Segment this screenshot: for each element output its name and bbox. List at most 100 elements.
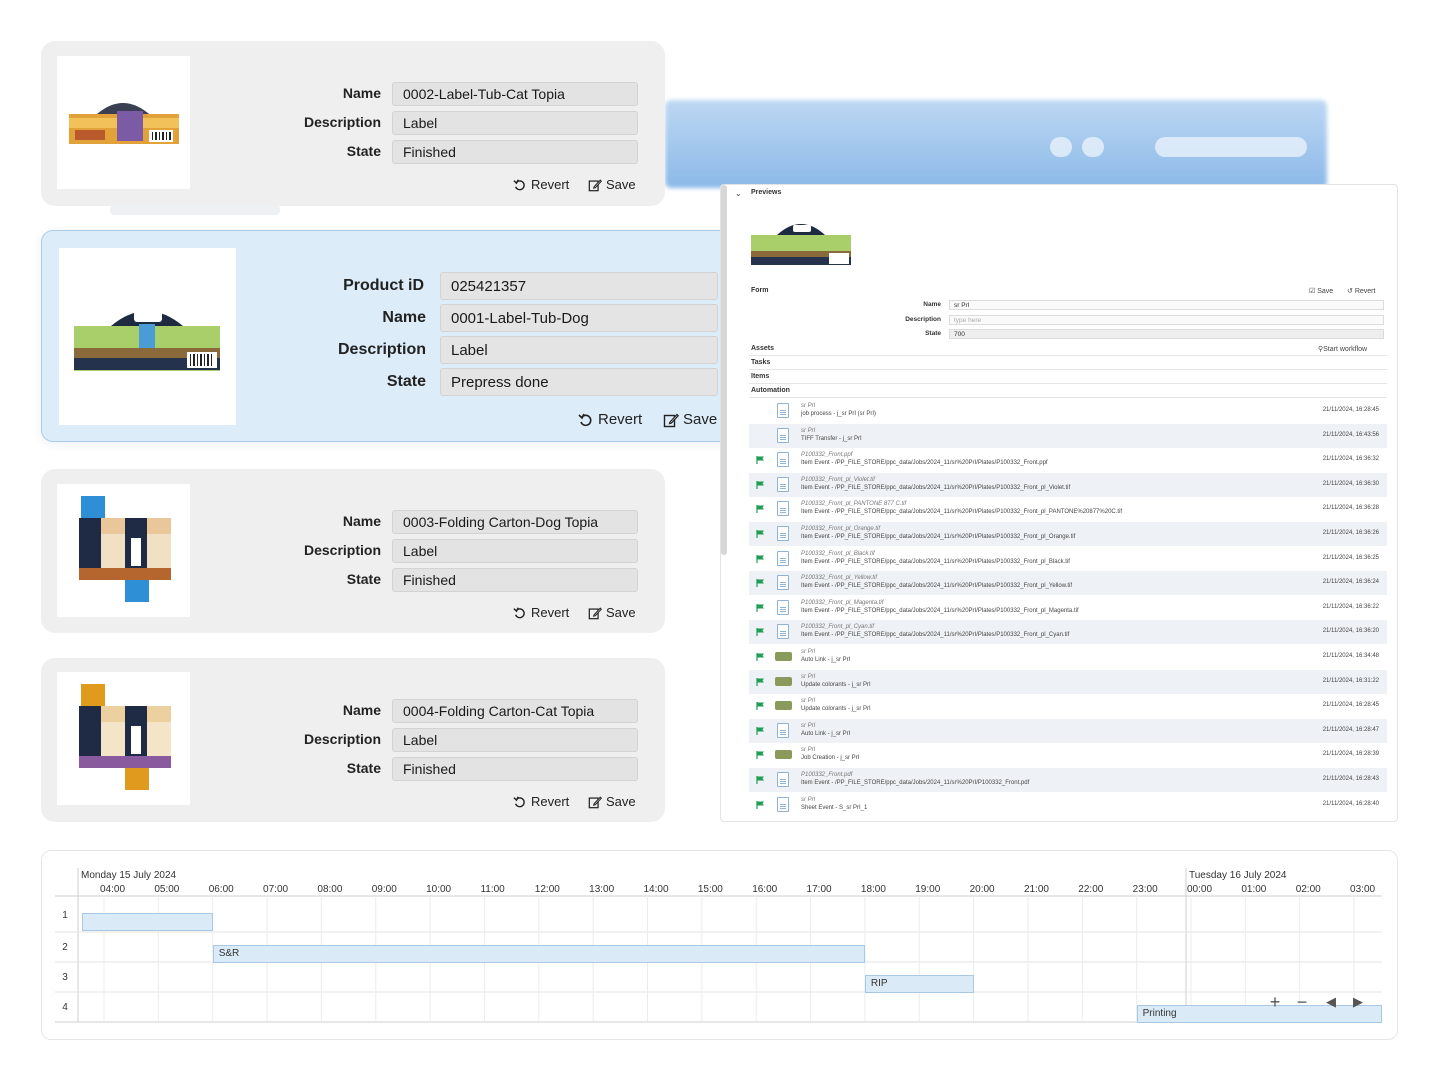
description-field[interactable]: Label — [440, 336, 718, 364]
event-source: sr PrI — [801, 403, 816, 409]
event-description: Sheet Event - S_sr PrI_1 — [801, 804, 868, 811]
automation-event-row[interactable]: P100332_Front_pl_Violet.tif Item Event - … — [749, 472, 1387, 497]
revert-button[interactable]: Revert — [513, 605, 569, 620]
event-source: P100332_Front_pl_Orange.tif — [801, 526, 881, 532]
state-label: State — [386, 373, 426, 390]
event-timestamp: 21/11/2024, 16:43:56 — [1322, 431, 1379, 438]
automation-event-row[interactable]: P100332_Front_pl_Yellow.tif Item Event - … — [749, 571, 1387, 596]
panel-scrollbar[interactable] — [721, 185, 727, 555]
folding-carton-artwork — [79, 684, 171, 790]
panel-name-field[interactable]: sr PrI — [949, 300, 1384, 310]
description-field[interactable]: Label — [392, 539, 638, 563]
save-button[interactable]: Save — [663, 411, 717, 428]
chevron-down-icon[interactable]: ⌄ — [735, 189, 742, 198]
automation-heading[interactable]: Automation — [751, 387, 790, 394]
description-field[interactable]: Label — [392, 111, 638, 135]
panel-state-field[interactable]: 700 — [949, 329, 1384, 339]
hour-label: 15:00 — [697, 884, 723, 895]
panel-save-button[interactable]: ☑ Save — [1309, 287, 1333, 295]
name-field[interactable]: 0004-Folding Carton-Cat Topia — [392, 699, 638, 723]
scroll-right-button[interactable]: ▶ — [1347, 992, 1369, 1012]
revert-button[interactable]: Revert — [578, 411, 642, 428]
automation-event-row[interactable]: sr PrI Update colorants - j_sr PrI 21/11/2… — [749, 694, 1387, 718]
automation-event-row[interactable]: P100332_Front.pdf Item Event - /PP_FILE_S… — [749, 768, 1387, 792]
form-heading: Form — [751, 287, 769, 294]
automation-event-row[interactable]: P100332_Front.ppf Item Event - /PP_FILE_S… — [749, 448, 1387, 472]
state-field[interactable]: Finished — [392, 568, 638, 592]
event-timestamp: 21/11/2024, 16:36:20 — [1322, 628, 1379, 635]
hour-label: 02:00 — [1295, 884, 1321, 895]
product-card-selected[interactable]: Product iD 025421357 Name 0001-Label-Tub… — [41, 230, 749, 442]
product-card[interactable]: Name 0004-Folding Carton-Cat Topia Descr… — [41, 658, 665, 822]
product-id-field[interactable]: 025421357 — [440, 272, 718, 300]
event-timestamp: 21/11/2024, 16:36:32 — [1322, 456, 1379, 463]
edit-icon — [588, 606, 602, 619]
hour-label: 03:00 — [1350, 884, 1376, 895]
zoom-in-button[interactable]: + — [1264, 992, 1286, 1012]
state-field[interactable]: Prepress done — [440, 368, 718, 396]
preview-image[interactable] — [749, 213, 853, 267]
automation-event-row[interactable]: P100332_Front_pl_PANTONE 877 C.tif Item E… — [749, 497, 1387, 521]
automation-event-row[interactable]: P100332_Front_pl_Cyan.tif Item Event - /P… — [749, 620, 1387, 645]
document-icon — [777, 550, 789, 566]
revert-button[interactable]: Revert — [513, 794, 569, 809]
automation-event-row[interactable]: P100332_Front_pl_Orange.tif Item Event - … — [749, 522, 1387, 546]
automation-event-row[interactable]: sr PrI job process - j_sr PrI (sr PrI) 21/… — [749, 399, 1387, 423]
flag-icon — [756, 505, 764, 514]
event-description: Job Creation - j_sr PrI — [801, 755, 860, 762]
document-icon — [777, 452, 789, 468]
task-bar[interactable]: S&R — [212, 945, 865, 963]
document-icon — [777, 722, 789, 738]
items-heading[interactable]: Items — [751, 373, 769, 380]
event-source: sr PrI — [801, 747, 816, 754]
save-button[interactable]: Save — [588, 794, 636, 809]
start-workflow-button[interactable]: ⚲Start workflow — [1318, 345, 1367, 353]
revert-button[interactable]: Revert — [513, 177, 569, 192]
description-label: Description — [337, 341, 426, 358]
product-id-label: Product iD — [343, 277, 424, 294]
product-card[interactable]: Name 0003-Folding Carton-Dog Topia Descr… — [41, 469, 665, 633]
name-field[interactable]: 0003-Folding Carton-Dog Topia — [392, 510, 638, 534]
automation-event-row[interactable]: P100332_Front_pl_Black.tif Item Event - /… — [749, 547, 1387, 571]
event-description: Item Event - /PP_FILE_STORE/ppc_data/Job… — [801, 460, 1048, 467]
scroll-left-button[interactable]: ◀ — [1320, 992, 1342, 1012]
panel-revert-button[interactable]: ↺ Revert — [1347, 287, 1375, 295]
flag-icon — [756, 677, 764, 686]
automation-event-row[interactable]: sr PrI Sheet Event - S_sr PrI_1 21/11/2024… — [749, 793, 1387, 817]
automation-event-row[interactable]: sr PrI Job Creation - j_sr PrI 21/11/2024,… — [749, 743, 1387, 767]
event-timestamp: 21/11/2024, 16:28:45 — [1322, 407, 1379, 413]
previews-heading: Previews — [751, 189, 782, 196]
event-timestamp: 21/11/2024, 16:28:43 — [1322, 776, 1379, 782]
automation-event-row[interactable]: sr PrI Update colorants - j_sr PrI 21/11/2… — [749, 669, 1387, 694]
revert-icon — [578, 413, 592, 426]
save-button[interactable]: Save — [588, 605, 636, 620]
event-source: sr PrI — [801, 673, 816, 680]
automation-event-row[interactable]: sr PrI TIFF Transfer - j_sr PrI 21/11/2024… — [749, 423, 1387, 448]
name-field[interactable]: 0001-Label-Tub-Dog — [440, 304, 718, 332]
tasks-heading[interactable]: Tasks — [751, 359, 770, 366]
state-field[interactable]: Finished — [392, 757, 638, 781]
hour-label: 10:00 — [426, 884, 452, 895]
automation-event-row[interactable]: sr PrI Auto Link - j_sr PrI 21/11/2024, 16… — [749, 718, 1387, 743]
panel-description-label: Description — [905, 316, 941, 323]
task-bar[interactable]: RIP — [864, 975, 974, 993]
save-button[interactable]: Save — [588, 177, 636, 192]
description-field[interactable]: Label — [392, 728, 638, 752]
automation-event-row[interactable]: sr PrI Auto Link - j_sr PrI 21/11/2024, 16… — [749, 645, 1387, 669]
zoom-out-button[interactable]: − — [1291, 992, 1313, 1012]
task-bar[interactable] — [82, 913, 213, 931]
document-icon — [777, 476, 789, 492]
automation-event-row[interactable]: P100332_Front_pl_Magenta.tif Item Event -… — [749, 596, 1387, 620]
event-description: Item Event - /PP_FILE_STORE/ppc_data/Job… — [801, 583, 1073, 590]
event-description: Update colorants - j_sr PrI — [801, 706, 871, 713]
event-timestamp: 21/11/2024, 16:28:39 — [1322, 751, 1379, 758]
assets-heading[interactable]: Assets — [751, 345, 774, 352]
event-timestamp: 21/11/2024, 16:36:30 — [1322, 480, 1379, 487]
name-field[interactable]: 0002-Label-Tub-Cat Topia — [392, 82, 638, 106]
hour-label: 01:00 — [1241, 884, 1267, 895]
task-bar[interactable]: Printing — [1136, 1005, 1382, 1023]
product-card[interactable]: Name 0002-Label-Tub-Cat Topia Descriptio… — [41, 41, 665, 206]
panel-description-field[interactable]: type here — [949, 315, 1384, 325]
state-field[interactable]: Finished — [392, 140, 638, 164]
document-icon — [777, 575, 789, 591]
